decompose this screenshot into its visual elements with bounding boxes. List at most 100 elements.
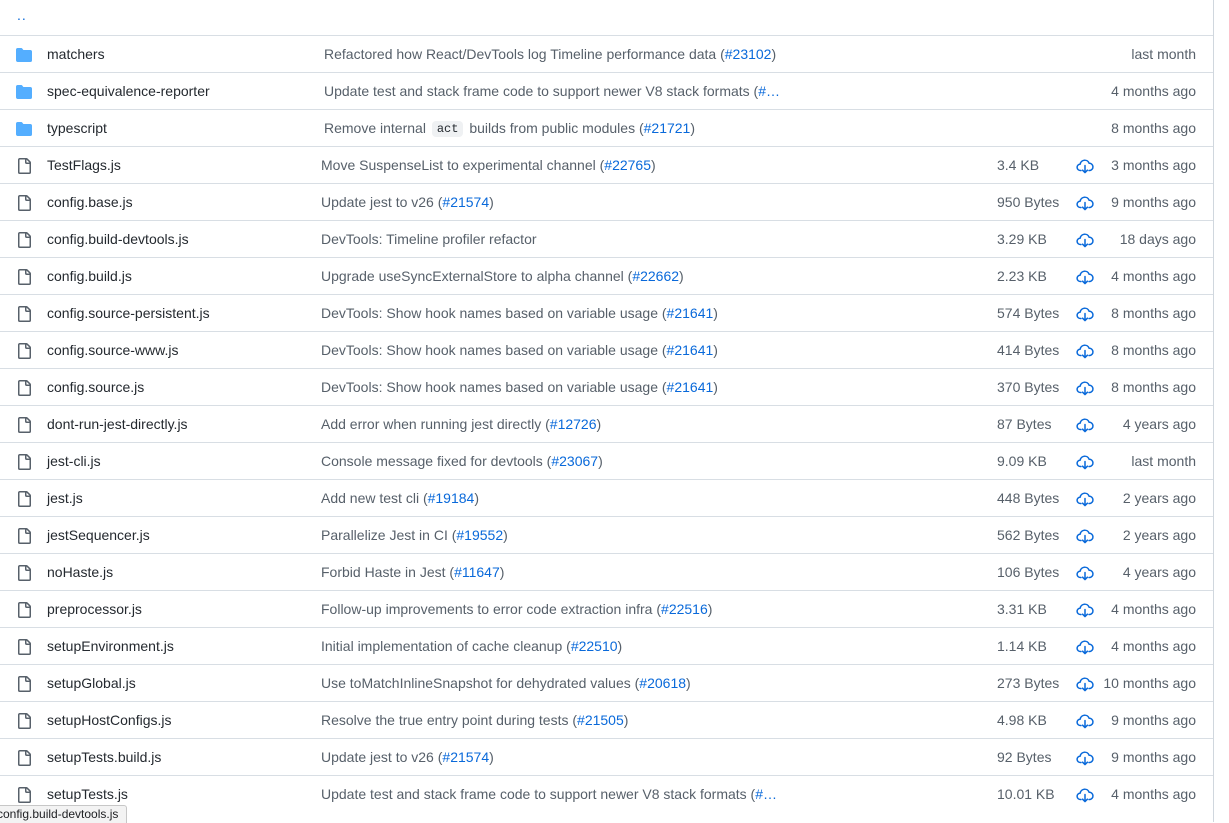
file-name-link[interactable]: config.source-www.js [47,342,179,358]
commit-message[interactable]: Update test and stack frame code to supp… [321,786,777,802]
commit-message[interactable]: Refactored how React/DevTools log Timeli… [324,46,776,62]
download-cloud-icon[interactable] [1076,453,1094,471]
commit-message-text[interactable]: Console message fixed for devtools ( [321,453,551,469]
commit-message[interactable]: Console message fixed for devtools (#230… [321,453,603,469]
pull-request-link[interactable]: #23067 [551,453,598,469]
commit-message[interactable]: Add error when running jest directly (#1… [321,416,601,432]
file-name-link[interactable]: config.build-devtools.js [47,231,189,247]
commit-message-text[interactable]: Move SuspenseList to experimental channe… [321,157,604,173]
file-name-link[interactable]: config.build.js [47,268,132,284]
directory-name-link[interactable]: typescript [47,120,107,136]
pull-request-link[interactable]: #22662 [632,268,679,284]
pull-request-link[interactable]: #21721 [644,120,691,136]
pull-request-link[interactable]: #19184 [428,490,475,506]
pull-request-link[interactable]: #… [755,786,777,802]
file-name-link[interactable]: config.base.js [47,194,133,210]
commit-message-text[interactable]: Refactored how React/DevTools log Timeli… [324,46,725,62]
parent-dir-row[interactable]: .. [0,0,1213,35]
pull-request-link[interactable]: #22516 [661,601,708,617]
file-name-link[interactable]: jestSequencer.js [47,527,150,543]
commit-message-text[interactable]: Update jest to v26 ( [321,194,442,210]
commit-message-text[interactable]: DevTools: Timeline profiler refactor [321,231,537,247]
commit-message-text[interactable]: Follow-up improvements to error code ext… [321,601,661,617]
commit-message[interactable]: Add new test cli (#19184) [321,490,479,506]
commit-message-text[interactable]: Initial implementation of cache cleanup … [321,638,571,654]
download-cloud-icon[interactable] [1076,490,1094,508]
download-cloud-icon[interactable] [1076,231,1094,249]
commit-message[interactable]: Update jest to v26 (#21574) [321,194,494,210]
download-cloud-icon[interactable] [1076,675,1094,693]
commit-message-text[interactable]: Remove internal [324,120,430,136]
download-cloud-icon[interactable] [1076,601,1094,619]
commit-message-text[interactable]: Upgrade useSyncExternalStore to alpha ch… [321,268,632,284]
pull-request-link[interactable]: #11647 [454,564,500,580]
commit-message[interactable]: DevTools: Show hook names based on varia… [321,379,718,395]
pull-request-link[interactable]: #21574 [442,194,489,210]
file-name-link[interactable]: dont-run-jest-directly.js [47,416,188,432]
commit-message-text[interactable]: Parallelize Jest in CI ( [321,527,456,543]
commit-message[interactable]: Follow-up improvements to error code ext… [321,601,712,617]
commit-message-text[interactable]: builds from public modules ( [465,120,643,136]
download-cloud-icon[interactable] [1076,379,1094,397]
download-cloud-icon[interactable] [1076,786,1094,804]
commit-message-text[interactable]: DevTools: Show hook names based on varia… [321,379,667,395]
directory-name-link[interactable]: spec-equivalence-reporter [47,83,210,99]
commit-message-text[interactable]: DevTools: Show hook names based on varia… [321,305,667,321]
commit-message[interactable]: Remove internal act builds from public m… [324,120,695,137]
download-cloud-icon[interactable] [1076,749,1094,767]
directory-name-link[interactable]: matchers [47,46,105,62]
commit-message[interactable]: DevTools: Show hook names based on varia… [321,342,718,358]
pull-request-link[interactable]: #19552 [456,527,503,543]
file-name-link[interactable]: jest.js [47,490,83,506]
commit-message[interactable]: Upgrade useSyncExternalStore to alpha ch… [321,268,684,284]
download-cloud-icon[interactable] [1076,416,1094,434]
file-name-link[interactable]: setupGlobal.js [47,675,136,691]
download-cloud-icon[interactable] [1076,268,1094,286]
pull-request-link[interactable]: #21641 [667,305,714,321]
commit-message-text[interactable]: Add new test cli ( [321,490,428,506]
commit-message[interactable]: Update test and stack frame code to supp… [324,83,780,99]
file-name-link[interactable]: setupTests.build.js [47,749,161,765]
file-name-link[interactable]: TestFlags.js [47,157,121,173]
file-name-link[interactable]: preprocessor.js [47,601,142,617]
commit-message[interactable]: DevTools: Show hook names based on varia… [321,305,718,321]
commit-message-text[interactable]: Use toMatchInlineSnapshot for dehydrated… [321,675,639,691]
pull-request-link[interactable]: #21505 [577,712,624,728]
file-name-link[interactable]: config.source-persistent.js [47,305,210,321]
commit-message-text[interactable]: Forbid Haste in Jest ( [321,564,454,580]
file-name-link[interactable]: noHaste.js [47,564,113,580]
download-cloud-icon[interactable] [1076,305,1094,323]
pull-request-link[interactable]: #21574 [442,749,489,765]
download-cloud-icon[interactable] [1076,157,1094,175]
commit-message-text[interactable]: Update test and stack frame code to supp… [324,83,758,99]
pull-request-link[interactable]: #23102 [725,46,772,62]
commit-message-text[interactable]: Update jest to v26 ( [321,749,442,765]
commit-message[interactable]: Update jest to v26 (#21574) [321,749,494,765]
download-cloud-icon[interactable] [1076,638,1094,656]
download-cloud-icon[interactable] [1076,564,1094,582]
download-cloud-icon[interactable] [1076,712,1094,730]
pull-request-link[interactable]: #22765 [604,157,651,173]
commit-message[interactable]: Resolve the true entry point during test… [321,712,628,728]
pull-request-link[interactable]: #21641 [667,342,714,358]
commit-message-text[interactable]: Add error when running jest directly ( [321,416,550,432]
parent-dir-link[interactable]: .. [17,7,27,23]
pull-request-link[interactable]: #20618 [639,675,686,691]
file-name-link[interactable]: setupTests.js [47,786,128,802]
commit-message[interactable]: Parallelize Jest in CI (#19552) [321,527,508,543]
commit-message[interactable]: Forbid Haste in Jest (#11647) [321,564,504,580]
pull-request-link[interactable]: #21641 [667,379,714,395]
file-name-link[interactable]: jest-cli.js [47,453,101,469]
commit-message[interactable]: Use toMatchInlineSnapshot for dehydrated… [321,675,691,691]
commit-message[interactable]: Initial implementation of cache cleanup … [321,638,622,654]
file-name-link[interactable]: setupHostConfigs.js [47,712,172,728]
download-cloud-icon[interactable] [1076,194,1094,212]
commit-message[interactable]: Move SuspenseList to experimental channe… [321,157,656,173]
pull-request-link[interactable]: #22510 [571,638,618,654]
file-name-link[interactable]: setupEnvironment.js [47,638,174,654]
pull-request-link[interactable]: #12726 [550,416,597,432]
commit-message-text[interactable]: DevTools: Show hook names based on varia… [321,342,667,358]
commit-message-text[interactable]: Resolve the true entry point during test… [321,712,577,728]
pull-request-link[interactable]: #… [758,83,780,99]
download-cloud-icon[interactable] [1076,527,1094,545]
